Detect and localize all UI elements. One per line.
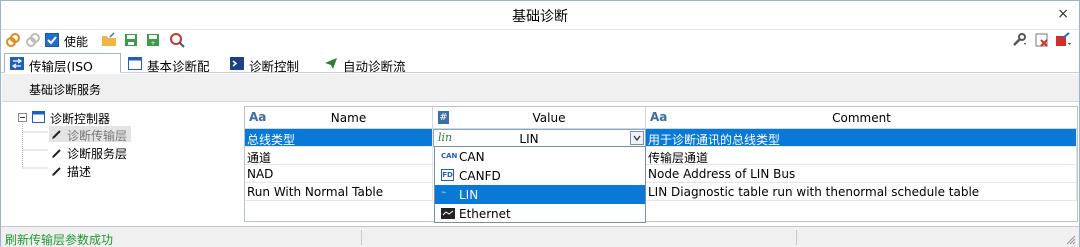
dropdown-option-ethernet[interactable]: Ethernet: [435, 204, 645, 223]
status-message: 刷新传输层参数成功: [5, 233, 114, 247]
diagnostics-window: 基础诊断 × 使能 + 传输层(ISO TP) 基本诊断配置 诊断控制台 自动诊…: [0, 0, 1080, 247]
tree-node-description[interactable]: 描述: [49, 163, 91, 180]
bus-type-dropdown-list: CAN CAN FD CANFD ⌁ LIN Ethernet: [434, 146, 646, 223]
text-type-icon: Aa: [249, 110, 267, 124]
send-icon: [325, 58, 337, 69]
enable-label[interactable]: 使能: [64, 33, 88, 50]
save-icon[interactable]: [123, 32, 139, 48]
tree-node-service-layer[interactable]: 诊断服务层: [49, 145, 127, 162]
cell-name: 通道: [245, 147, 433, 165]
export-menu-icon[interactable]: [1055, 32, 1071, 48]
console-icon: [230, 57, 244, 70]
title-bar: 基础诊断 ×: [1, 1, 1079, 30]
dropdown-option-canfd[interactable]: FD CANFD: [435, 166, 645, 185]
config-tree: 诊断控制器 诊断传输层 诊断服务层 描述: [2, 102, 244, 226]
pencil-icon: [52, 149, 61, 158]
cell-comment: 传输层通道: [646, 147, 1077, 165]
controller-icon: [32, 111, 45, 123]
connect-icon[interactable]: [5, 32, 21, 48]
cell-comment: LIN Diagnostic table run with thenormal …: [646, 183, 1077, 201]
lin-icon: ⌁: [441, 188, 447, 198]
close-icon[interactable]: ×: [1057, 6, 1069, 22]
column-header-value[interactable]: # Value: [433, 107, 646, 129]
tree-node-controller[interactable]: 诊断控制器: [50, 110, 110, 127]
cell-comment: Node Address of LIN Bus: [646, 165, 1077, 183]
status-separator: [796, 230, 797, 245]
chevron-down-icon[interactable]: [630, 131, 644, 145]
save-as-icon[interactable]: +: [145, 32, 161, 48]
ethernet-icon: [441, 208, 455, 219]
dropdown-option-lin[interactable]: ⌁ LIN: [435, 185, 645, 204]
tab-bar: 传输层(ISO TP) 基本诊断配置 诊断控制台 自动诊断流程: [1, 51, 1079, 93]
wrench-menu-icon[interactable]: [1011, 32, 1027, 48]
table-row[interactable]: 通道 传输层通道: [245, 147, 1077, 165]
table-row[interactable]: 总线类型 lin LIN 用于诊断通讯的总线类型: [245, 129, 1077, 147]
section-title: 基础诊断服务: [29, 83, 102, 97]
column-header-comment[interactable]: Aa Comment: [646, 107, 1077, 129]
svg-text:+: +: [150, 40, 155, 47]
parameter-grid: Aa Name # Value Aa Comment 总线类型 lin LIN …: [244, 106, 1078, 222]
tab-transport-layer[interactable]: 传输层(ISO TP): [4, 53, 121, 90]
cell-name: 总线类型: [245, 129, 433, 147]
tab-basic-diag-config[interactable]: 基本诊断配置: [122, 53, 222, 93]
toolbar: 使能 +: [1, 30, 1079, 51]
column-header-name[interactable]: Aa Name: [245, 107, 433, 129]
canfd-icon: FD: [441, 169, 454, 181]
status-bar: 刷新传输层参数成功: [1, 226, 1079, 247]
delete-config-icon[interactable]: [1034, 32, 1050, 48]
resize-grip-icon[interactable]: [1066, 235, 1076, 245]
cell-comment: 用于诊断通讯的总线类型: [646, 129, 1077, 147]
enable-checkbox[interactable]: [45, 33, 59, 47]
cell-name: Run With Normal Table: [245, 183, 433, 201]
table-row[interactable]: NAD Node Address of LIN Bus: [245, 165, 1077, 183]
tab-auto-diag-flow[interactable]: 自动诊断流程: [318, 53, 418, 93]
diagnose-search-icon[interactable]: [169, 32, 185, 48]
number-type-icon: #: [438, 111, 449, 124]
value-combobox[interactable]: lin LIN: [433, 129, 646, 147]
status-separator: [361, 230, 362, 245]
window-title: 基础诊断: [512, 9, 568, 25]
pencil-icon: [52, 167, 61, 176]
tab-diag-console[interactable]: 诊断控制台: [224, 53, 316, 93]
open-folder-icon[interactable]: [101, 32, 117, 48]
tree-connector-lines: [22, 124, 48, 169]
pencil-icon: [52, 130, 61, 139]
disconnect-icon[interactable]: [25, 32, 41, 48]
window-icon: [128, 57, 142, 70]
cell-name: NAD: [245, 165, 433, 183]
tree-node-transport-layer[interactable]: 诊断传输层: [49, 126, 131, 143]
collapse-icon[interactable]: [18, 113, 27, 122]
table-row[interactable]: Run With Normal Table LIN Diagnostic tab…: [245, 183, 1077, 201]
dropdown-option-can[interactable]: CAN CAN: [435, 147, 645, 166]
transfer-icon: [10, 57, 24, 70]
can-icon: CAN: [441, 152, 458, 160]
section-header: 基础诊断服务: [2, 74, 1079, 102]
